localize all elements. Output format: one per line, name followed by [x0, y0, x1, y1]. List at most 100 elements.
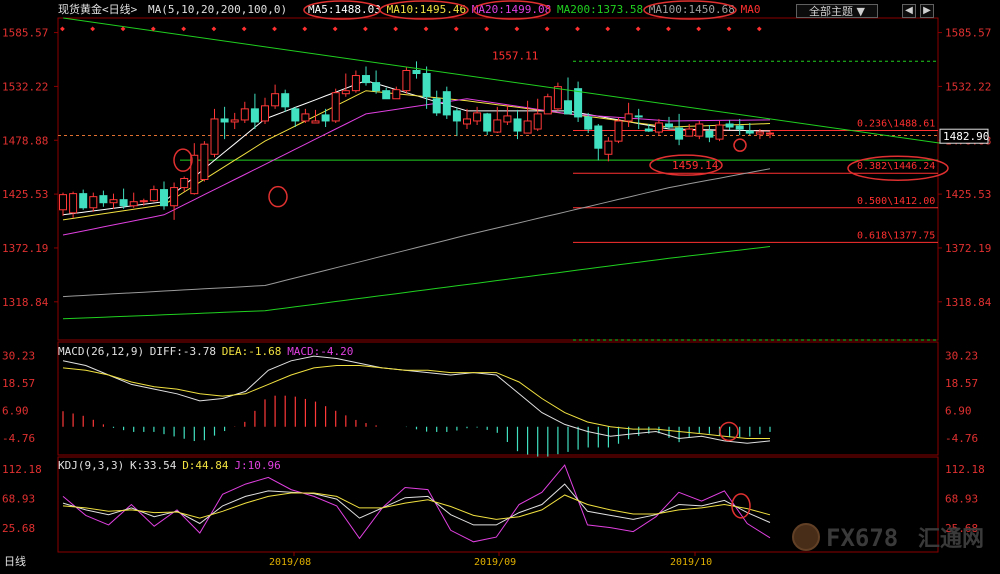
- candle-body: [644, 128, 653, 132]
- kdj-legend-item: K:33.54: [130, 459, 177, 472]
- macd-y-label-left: 6.90: [2, 405, 29, 418]
- candle-body: [79, 193, 88, 209]
- candle-body: [584, 116, 593, 130]
- candle-body: [725, 123, 734, 128]
- event-marker: ◆: [605, 24, 610, 33]
- candle-body: [139, 200, 148, 203]
- chevron-down-icon: ▼: [856, 5, 865, 18]
- ma-value-label: MA10:1495.46: [387, 3, 466, 16]
- y-tick-label-left: 1532.22: [2, 80, 48, 93]
- candle-body: [301, 113, 310, 122]
- annotation-circle-recent: [733, 138, 747, 152]
- event-marker: ◆: [454, 24, 459, 33]
- x-tick-label: 2019/09: [474, 557, 516, 568]
- event-marker: ◆: [545, 24, 550, 33]
- candle-body: [372, 82, 381, 92]
- chevron-left-icon: ◀: [905, 5, 913, 16]
- ma-line-ma10: [62, 90, 771, 221]
- kdj-y-label-left: 112.18: [2, 463, 42, 476]
- chart-stage: 1585.571585.571532.221532.221478.881478.…: [0, 0, 1000, 570]
- candle-body: [210, 118, 219, 155]
- macd-legend-item: DEA:-1.68: [222, 345, 282, 358]
- candle-body: [271, 93, 280, 107]
- y-tick-label-left: 1372.19: [2, 242, 48, 255]
- macd-legend-item: MACD:-4.20: [287, 345, 353, 358]
- candle-body: [311, 120, 320, 124]
- event-marker: ◆: [575, 24, 580, 33]
- candle-body: [685, 128, 694, 137]
- fib-label: 0.618\1377.75: [857, 230, 935, 241]
- event-marker: ◆: [272, 24, 277, 33]
- ma-value-label: MA5:1488.03: [308, 3, 381, 16]
- kdj-y-label-right: 112.18: [945, 463, 985, 476]
- event-marker: ◆: [212, 24, 217, 33]
- macd-y-label-right: 30.23: [945, 350, 978, 363]
- kdj-j-line: [62, 464, 771, 543]
- y-tick-label-left: 1425.53: [2, 188, 48, 201]
- candle-body: [483, 113, 492, 132]
- candle-body: [654, 122, 663, 133]
- main-panel-frame: [57, 17, 939, 341]
- fib-label: 0.236\1488.61: [857, 118, 935, 129]
- y-tick-label-right: 1425.53: [945, 188, 991, 201]
- macd-y-label-right: -4.76: [945, 432, 978, 445]
- event-marker: ◆: [696, 24, 701, 33]
- event-marker: ◆: [242, 24, 247, 33]
- ma-value-label: MA100:1450.68: [649, 3, 735, 16]
- candle-body: [463, 118, 471, 125]
- candle-body: [331, 92, 340, 122]
- candle-body: [362, 75, 370, 84]
- candle-body: [402, 69, 411, 92]
- candle-body: [160, 189, 168, 207]
- candle-body: [291, 108, 300, 122]
- event-marker: ◆: [727, 24, 732, 33]
- prev-button[interactable]: ◀: [902, 4, 916, 18]
- annotation-circle-support: [268, 185, 288, 208]
- instrument-title: 现货黄金<日线>: [58, 2, 138, 16]
- macd-y-label-right: 6.90: [945, 405, 972, 418]
- kdj-legend-item: KDJ(9,3,3): [58, 459, 124, 472]
- candle-body: [382, 90, 391, 100]
- candle-body: [665, 123, 673, 128]
- event-marker: ◆: [484, 24, 489, 33]
- ma-value-label: MA200:1373.58: [557, 3, 643, 16]
- candle-body: [351, 75, 360, 92]
- event-marker: ◆: [363, 24, 368, 33]
- candle-body: [604, 140, 613, 155]
- x-tick-label: 2019/10: [670, 557, 712, 568]
- candle-body: [533, 113, 542, 130]
- event-marker: ◆: [393, 24, 398, 33]
- next-button[interactable]: ▶: [920, 4, 934, 18]
- candle-body: [503, 115, 512, 123]
- ma-line-ma200: [62, 246, 771, 320]
- y-tick-label-right: 1532.22: [945, 80, 991, 93]
- event-marker: ◆: [636, 24, 641, 33]
- candle-body: [574, 88, 583, 118]
- event-marker: ◆: [424, 24, 429, 33]
- theme-dropdown[interactable]: 全部主题 ▼: [796, 4, 878, 18]
- y-tick-label-right: 1318.84: [945, 296, 992, 309]
- macd-y-label-right: 18.57: [945, 377, 978, 390]
- kdj-legend-item: J:10.96: [234, 459, 280, 472]
- event-marker: ◆: [121, 24, 126, 33]
- event-marker: ◆: [333, 24, 338, 33]
- candle-body: [180, 177, 189, 189]
- tab-period[interactable]: 日线: [0, 554, 30, 570]
- candle-body: [281, 93, 290, 108]
- event-marker: ◆: [302, 24, 307, 33]
- candle-body: [59, 194, 67, 211]
- macd-legend-item: DIFF:-3.78: [150, 345, 216, 358]
- candle-body: [755, 131, 764, 135]
- candle-body: [675, 127, 684, 140]
- candle-body: [442, 91, 451, 116]
- chart-canvas[interactable]: 1585.571585.571532.221532.221478.881478.…: [0, 0, 1000, 570]
- candle-body: [473, 112, 482, 122]
- candle-body: [220, 118, 229, 123]
- candle-body: [119, 199, 128, 207]
- fx678-logo-icon: [792, 523, 820, 551]
- candle-body: [553, 86, 562, 110]
- candle-body: [230, 119, 239, 123]
- macd-y-label-left: 30.23: [2, 350, 35, 363]
- event-marker: ◆: [181, 24, 186, 33]
- candle-body: [170, 187, 179, 207]
